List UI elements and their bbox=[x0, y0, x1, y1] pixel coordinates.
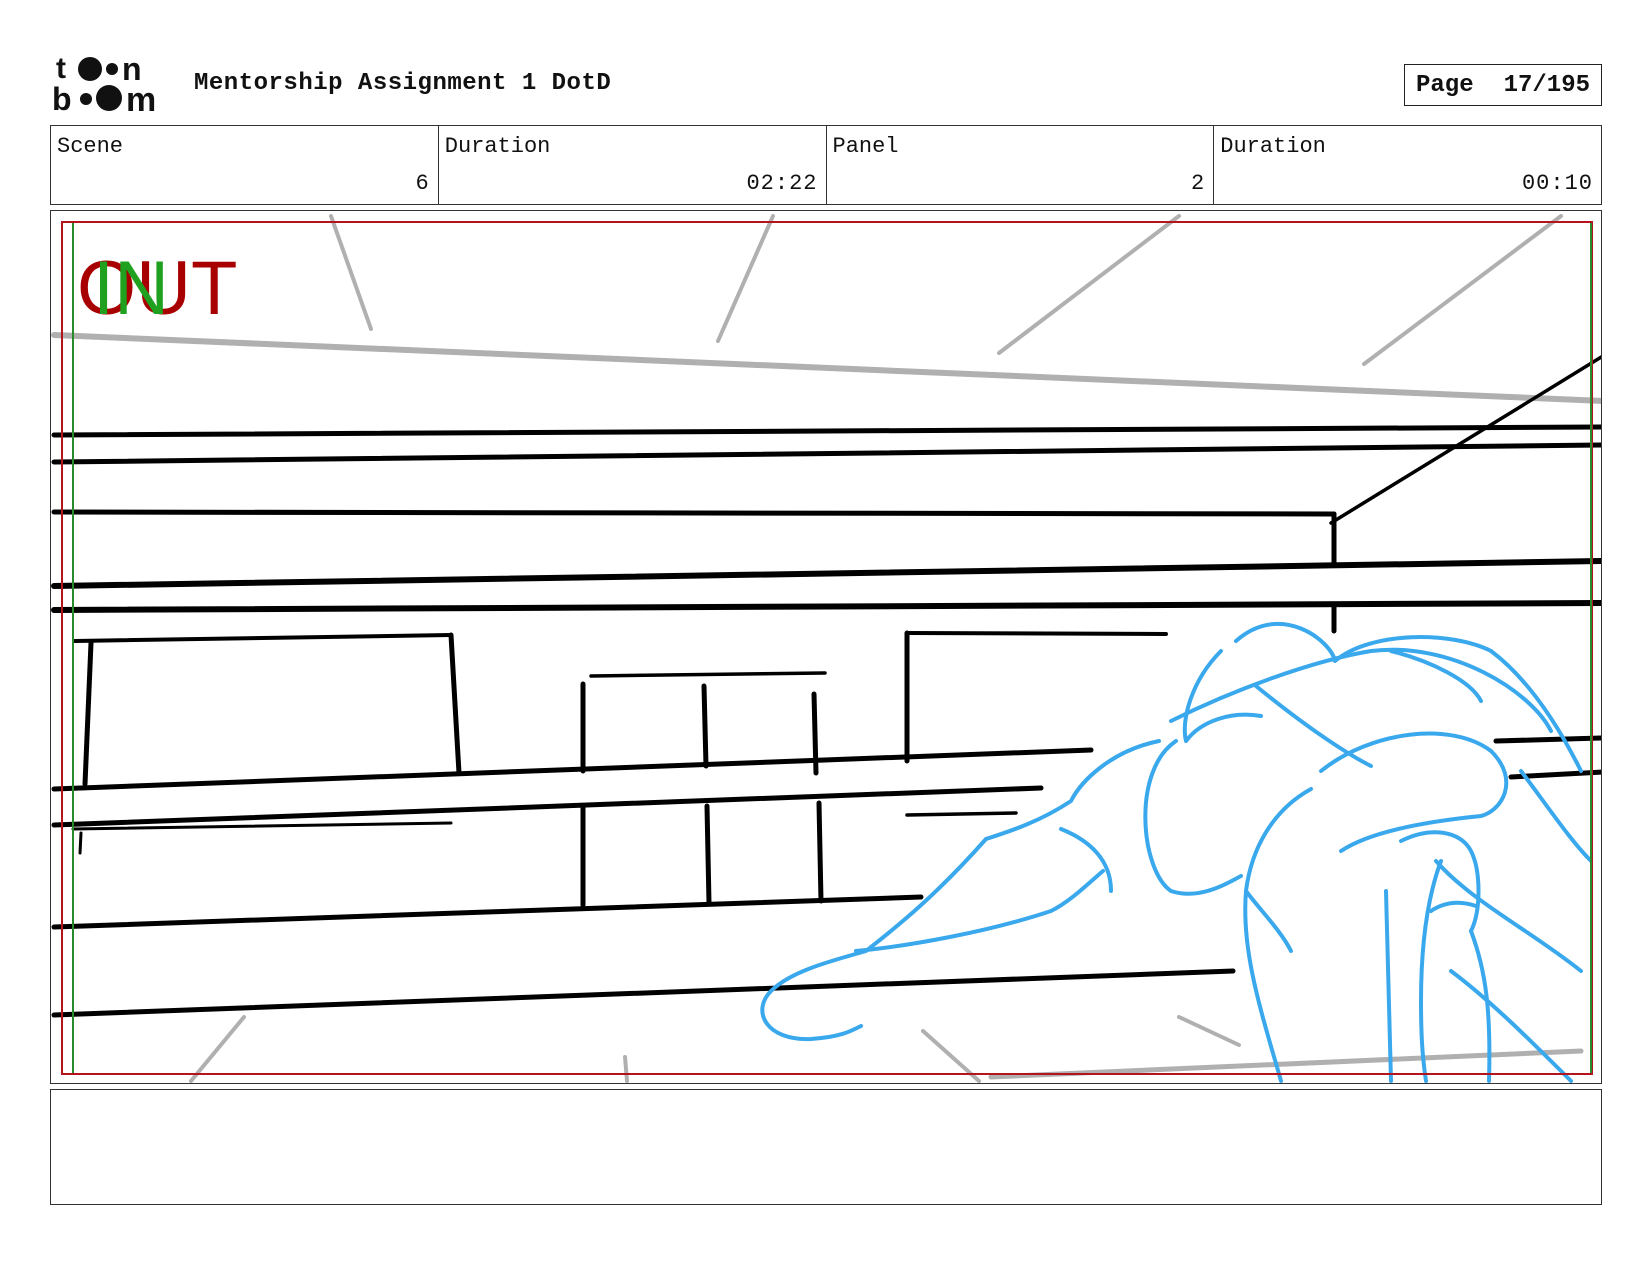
document-title: Mentorship Assignment 1 DotD bbox=[194, 70, 612, 97]
scene-duration-label: Duration bbox=[444, 134, 551, 159]
page-number: 17/195 bbox=[1503, 71, 1591, 99]
svg-text:b: b bbox=[52, 81, 72, 114]
scene-value: 6 bbox=[415, 171, 430, 196]
page-indicator: Page 17/195 bbox=[1404, 64, 1602, 106]
panel-duration-value: 00:10 bbox=[1521, 171, 1593, 196]
in-marker: IN bbox=[93, 246, 169, 331]
in-out-marker: OUT IN bbox=[77, 249, 277, 329]
page-label: Page bbox=[1415, 71, 1474, 99]
panel-cell: Panel 2 bbox=[827, 126, 1215, 204]
panel-duration-cell: Duration 00:10 bbox=[1214, 126, 1601, 204]
panel-notes-box[interactable] bbox=[50, 1089, 1602, 1205]
panel-duration-label: Duration bbox=[1220, 134, 1326, 159]
scene-duration-cell: Duration 02:22 bbox=[439, 126, 827, 204]
panel-sketch bbox=[51, 214, 1601, 1083]
svg-text:m: m bbox=[126, 81, 156, 114]
panel-label: Panel bbox=[832, 134, 899, 159]
storyboard-panel: OUT IN bbox=[50, 210, 1602, 1084]
scene-duration-value: 02:22 bbox=[746, 171, 818, 196]
panel-value: 2 bbox=[1191, 171, 1206, 196]
toon-boom-logo-icon: t n b m bbox=[52, 52, 156, 114]
scene-info-table: Scene 6 Duration 02:22 Panel 2 Duration … bbox=[50, 125, 1602, 205]
scene-label: Scene bbox=[57, 134, 124, 159]
scene-cell: Scene 6 bbox=[51, 126, 439, 204]
